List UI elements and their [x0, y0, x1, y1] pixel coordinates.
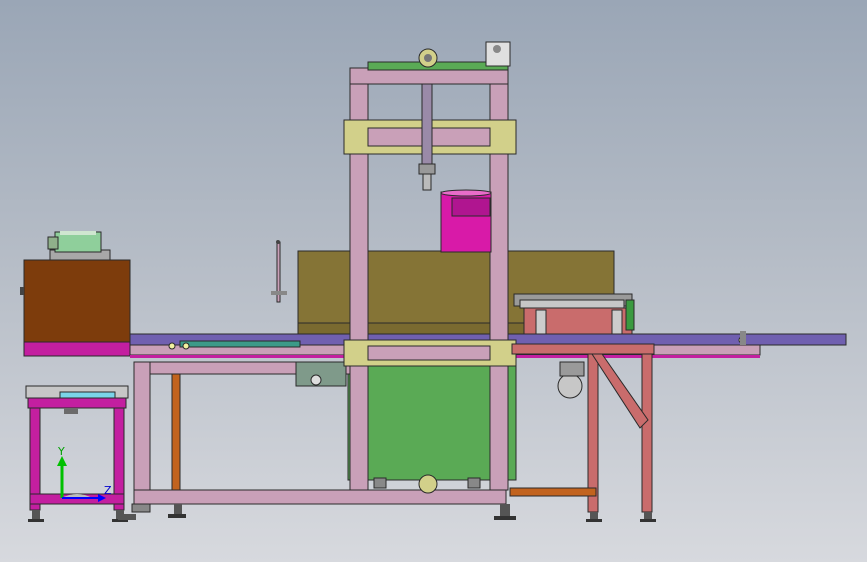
right-support-stand[interactable] [509, 343, 655, 513]
machine-assembly-drawing: Y Z [20, 41, 847, 522]
cad-viewport[interactable]: Y Z [0, 0, 867, 562]
left-motor-box[interactable] [20, 231, 131, 357]
axis-triad: Y Z [57, 445, 112, 502]
left-magenta-stand[interactable] [25, 385, 129, 522]
z-axis-label: Z [104, 484, 112, 497]
magenta-bucket[interactable] [440, 189, 492, 253]
right-tray-unit[interactable] [513, 293, 635, 335]
sensor-probe[interactable] [271, 240, 287, 303]
y-axis-label: Y [57, 445, 65, 458]
foot-pads [118, 503, 656, 522]
